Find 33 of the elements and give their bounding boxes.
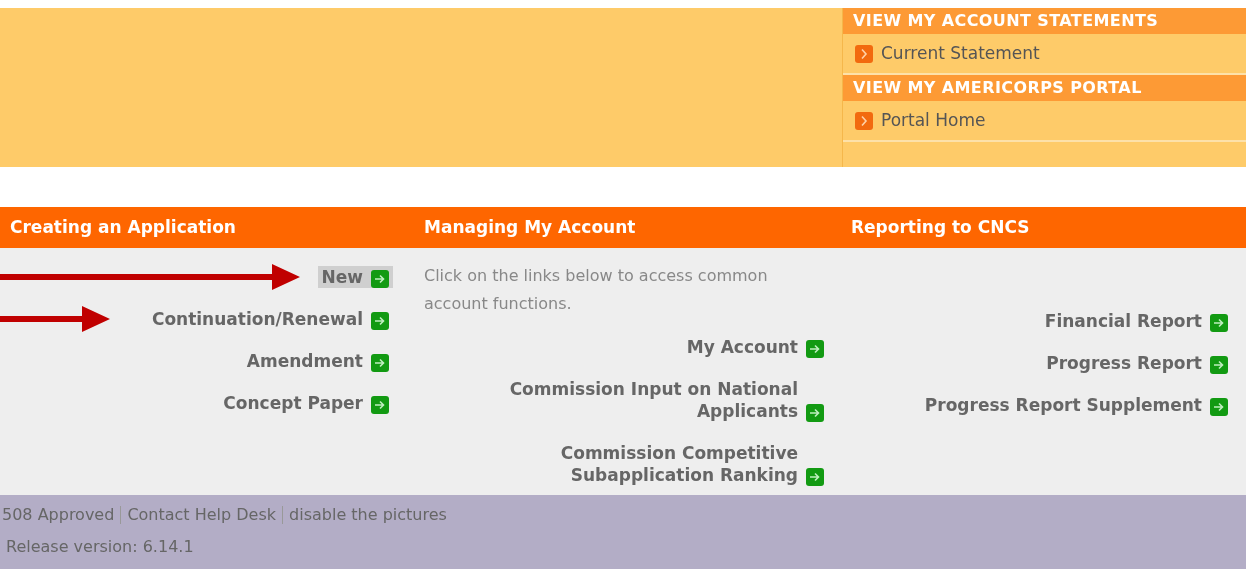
arrow-right-icon xyxy=(371,354,389,372)
arrow-right-icon xyxy=(371,312,389,330)
application-link[interactable]: Concept Paper xyxy=(219,392,393,414)
arrow-right-icon xyxy=(806,468,824,486)
application-link[interactable]: Progress Report xyxy=(1042,352,1232,374)
chevron-right-icon xyxy=(855,111,873,130)
arrow-right-icon xyxy=(371,396,389,414)
application-link[interactable]: Amendment xyxy=(242,350,393,372)
application-link[interactable]: Commission Input on National Applicants xyxy=(498,378,828,422)
column-heading: Managing My Account xyxy=(424,216,636,237)
arrow-right-icon xyxy=(1210,398,1228,416)
release-version: Release version: 6.14.1 xyxy=(6,536,194,558)
footer-link[interactable]: disable the pictures xyxy=(289,503,447,527)
column-heading: Reporting to CNCS xyxy=(851,216,1030,237)
application-link[interactable]: Continuation/Renewal xyxy=(147,308,393,330)
arrow-right-icon xyxy=(371,270,389,288)
application-link[interactable]: Commission Competitive Subapplication Ranking xyxy=(498,442,828,486)
footer-link[interactable]: Contact Help Desk xyxy=(127,503,277,527)
arrow-right-icon xyxy=(806,404,824,422)
description-text: Click on the links below to access common account functions. xyxy=(424,265,769,315)
application-link[interactable]: Financial Report xyxy=(1040,310,1232,332)
chevron-right-icon xyxy=(855,44,873,63)
footer-link[interactable]: 508 Approved xyxy=(2,503,115,527)
application-link[interactable]: New xyxy=(317,266,393,288)
arrow-right-icon xyxy=(806,340,824,358)
application-link[interactable]: My Account xyxy=(682,336,828,358)
arrow-right-icon xyxy=(1210,356,1228,374)
section-heading: VIEW MY AMERICORPS PORTAL xyxy=(843,75,1246,101)
section-heading: VIEW MY ACCOUNT STATEMENTS xyxy=(843,8,1246,34)
panel-link[interactable]: Portal Home xyxy=(843,101,1246,142)
column-heading: Creating an Application xyxy=(10,216,236,237)
application-link[interactable]: Progress Report Supplement xyxy=(920,394,1232,416)
arrow-right-icon xyxy=(1210,314,1228,332)
